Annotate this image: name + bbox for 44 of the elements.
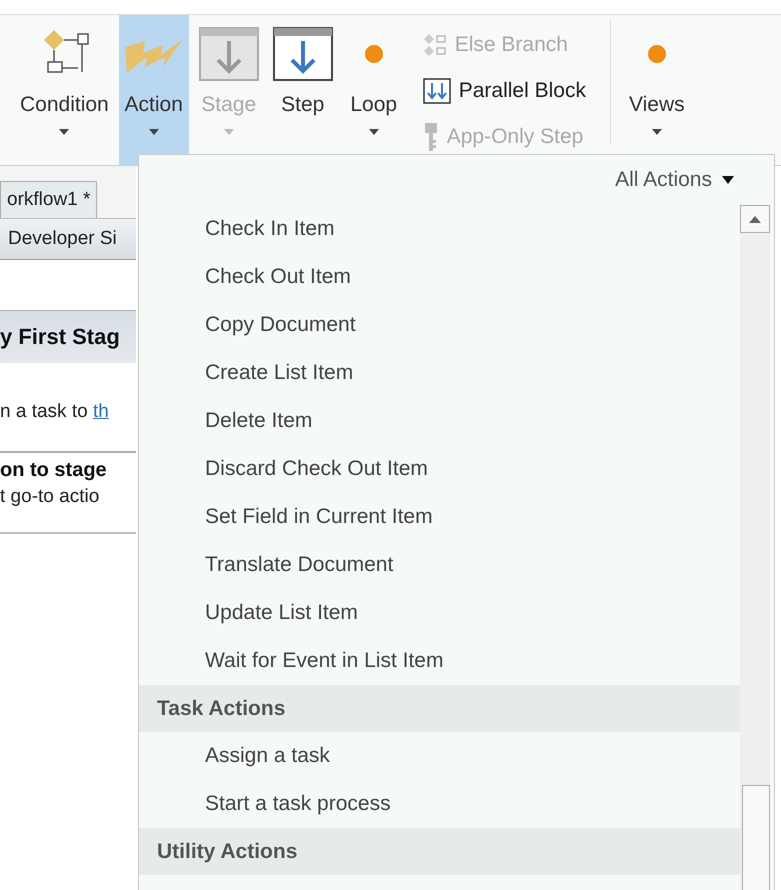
breadcrumb-text: Developer Si (8, 228, 117, 250)
ribbon-button[interactable]: Condition (16, 15, 113, 165)
menu-item[interactable]: Assign a task (139, 732, 740, 780)
document-tab[interactable]: orkflow1 * (0, 181, 98, 218)
caret-icon (652, 129, 662, 135)
dot-icon (364, 44, 384, 64)
caret-icon (224, 129, 234, 135)
ribbon-button[interactable]: Parallel Block (418, 69, 590, 113)
caret-icon (148, 129, 159, 135)
menu-item[interactable]: Discard Check Out Item (139, 445, 740, 493)
menu-item[interactable]: Set Field in Current Item (139, 493, 740, 541)
menu-item[interactable]: Wait for Event in List Item (139, 637, 740, 685)
menu-item[interactable]: Create List Item (139, 349, 740, 397)
step-text: n a task to th (0, 401, 110, 423)
menu-item[interactable]: Translate Document (139, 541, 740, 589)
dot-icon (646, 44, 667, 64)
scrollbar[interactable] (740, 205, 770, 890)
parallel-arrows-icon (422, 78, 451, 104)
menu-item[interactable]: Check In Item (139, 205, 740, 253)
menu-item[interactable]: Update List Item (139, 589, 740, 637)
branch-icon (422, 33, 447, 57)
transition-text: t go-to actio (0, 486, 100, 508)
transition-title: on to stage (0, 459, 108, 482)
caret-icon (722, 176, 734, 184)
scrollbar-thumb[interactable] (742, 785, 770, 890)
up-arrow-icon (749, 216, 761, 222)
step-link[interactable]: th (92, 401, 109, 422)
ribbon-button[interactable]: Views (624, 15, 689, 165)
down-arrow-window-icon (272, 27, 333, 81)
filter-dropdown[interactable]: All Actions (609, 167, 740, 193)
menu-item[interactable]: Copy Document (139, 301, 740, 349)
caret-icon (368, 129, 379, 135)
ribbon-button[interactable]: Action (118, 15, 189, 165)
scroll-up-button[interactable] (740, 205, 770, 233)
ribbon-button[interactable]: Loop (342, 15, 405, 165)
down-arrow-window-icon (198, 27, 259, 81)
caret-icon (59, 129, 70, 135)
section-header: Task Actions (139, 685, 740, 732)
key-icon (422, 122, 439, 152)
stage-title: y First Stag (0, 324, 120, 350)
menu-item[interactable]: Start a task process (139, 780, 740, 828)
menu-item[interactable]: Delete Item (139, 397, 740, 445)
section-header: Utility Actions (139, 828, 740, 875)
menu-item[interactable]: Check Out Item (139, 253, 740, 301)
